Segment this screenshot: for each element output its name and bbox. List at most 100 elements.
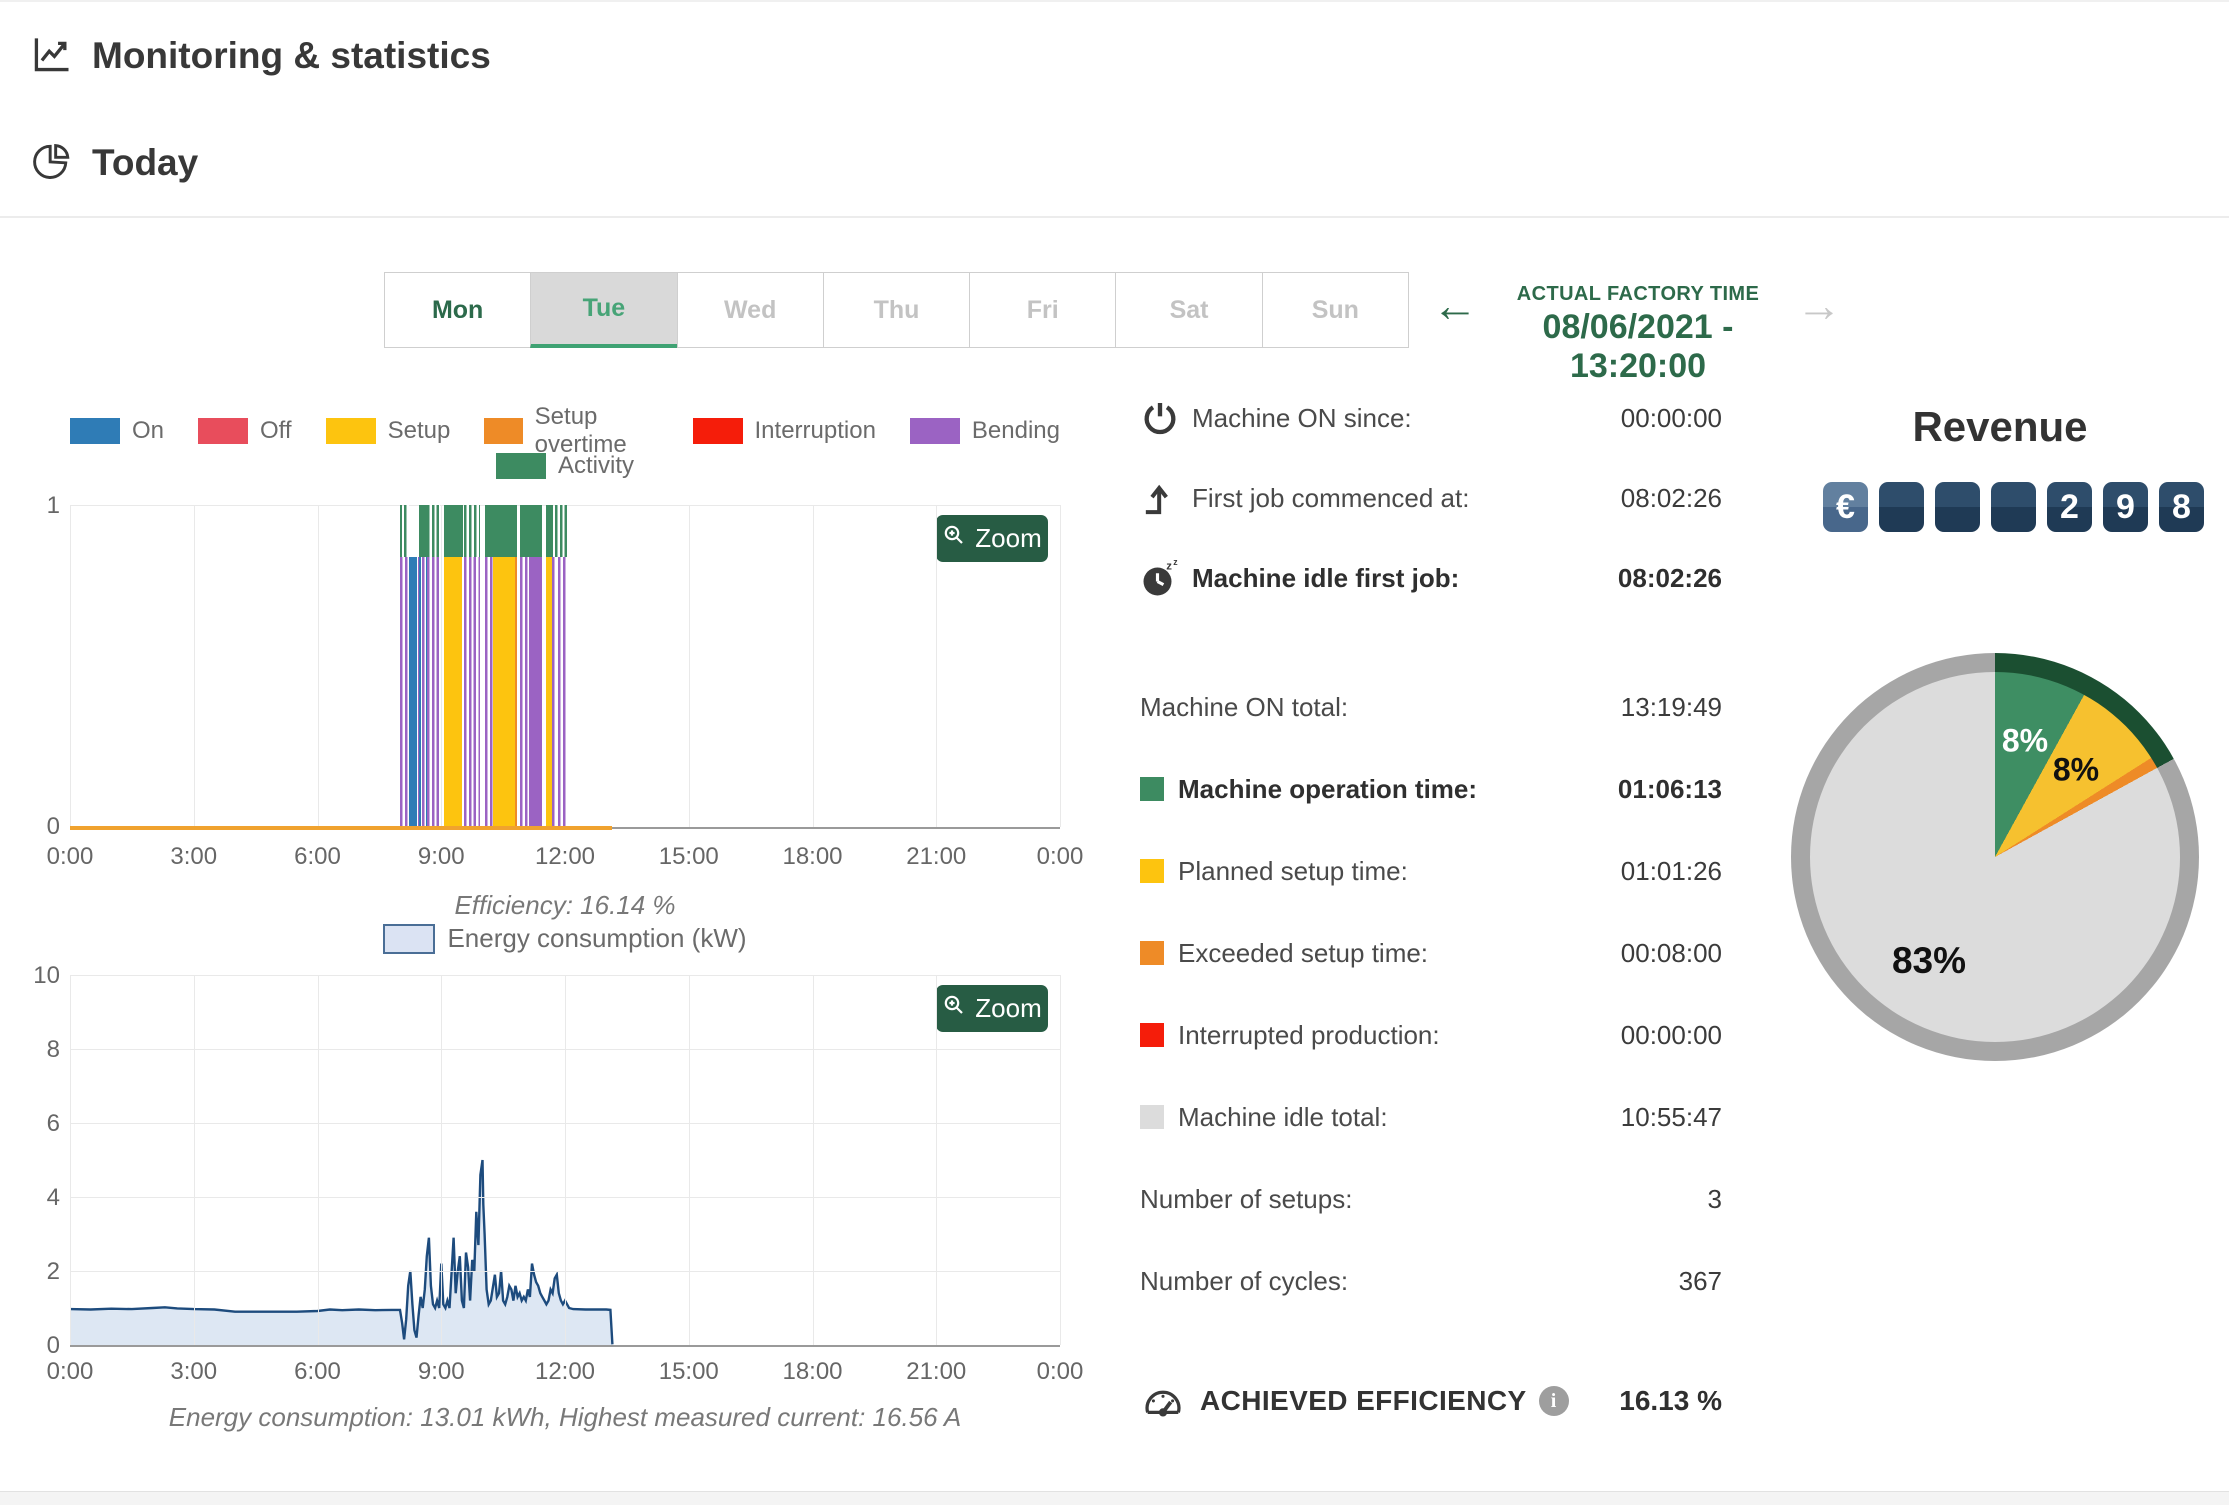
legend-label: On — [132, 417, 165, 444]
energy-x-axis: 0:00 3:00 6:00 9:00 12:00 15:00 18:00 21:00 0:00 — [47, 1358, 1084, 1388]
stat-label: Number of setups: — [1140, 1183, 1353, 1214]
gridline — [317, 505, 319, 827]
stat-swatch — [1140, 941, 1164, 965]
gridline — [193, 975, 195, 1345]
y-tick-label: 0 — [46, 1332, 60, 1359]
gridline — [70, 1123, 1060, 1124]
next-day-arrow[interactable]: → — [1796, 282, 1842, 328]
achieved-efficiency-row: ACHIEVED EFFICIENCY i 16.13 % — [1140, 1356, 1722, 1446]
timeline-legend-row1: On Off Setup Setup overtime Interruption Bend… — [70, 403, 1060, 459]
stat-label: Number of cycles: — [1140, 1265, 1349, 1296]
legend-item: Setup overtime — [484, 403, 658, 459]
gridline — [70, 975, 1060, 976]
state-segment-setup — [492, 557, 515, 827]
state-segment-bending — [519, 557, 529, 827]
gridline — [688, 975, 690, 1345]
stat-swatch — [1140, 859, 1164, 883]
legend-swatch — [484, 418, 523, 444]
revenue-digit-box — [1991, 482, 2036, 532]
stat-swatch — [1140, 1023, 1164, 1047]
tab-tue[interactable]: Tue — [530, 272, 678, 348]
y-tick-label: 1 — [46, 492, 60, 519]
revenue-digit-box: 9 — [2103, 482, 2148, 532]
y-tick-label: 2 — [46, 1258, 60, 1285]
y-tick-label: 0 — [46, 813, 60, 840]
state-segment-bending — [427, 557, 440, 827]
activity-segment — [474, 505, 481, 557]
timeline-zoom-button[interactable]: Zoom — [936, 515, 1048, 562]
stat-value: 367 — [1678, 1265, 1722, 1296]
stat-value: 13:19:49 — [1620, 691, 1722, 722]
state-segment-setup_overtime — [514, 557, 518, 827]
zoom-in-icon — [942, 523, 966, 554]
legend-item: Interruption — [692, 417, 876, 445]
stat-label: Planned setup time: — [1178, 855, 1408, 886]
gridline — [70, 1197, 1060, 1198]
energy-legend-label: Energy consumption (kW) — [447, 923, 747, 953]
y-tick-label: 6 — [46, 1110, 60, 1137]
bottom-divider — [0, 1491, 2229, 1505]
stat-label: Machine operation time: — [1178, 773, 1478, 804]
stat-row: Machine idle total: 10:55:47 — [1140, 1077, 1722, 1157]
legend-label: Activity — [557, 452, 634, 479]
x-tick-label: 18:00 — [782, 843, 843, 870]
stat-row: Number of setups: 3 — [1140, 1159, 1722, 1239]
stat-label: Machine idle total: — [1178, 1101, 1388, 1132]
app-header: Monitoring & statistics — [0, 0, 2229, 112]
stat-row: First job commenced at: 08:02:26 — [1140, 458, 1722, 538]
x-tick-label: 21:00 — [906, 1358, 967, 1385]
gridline — [70, 1049, 1060, 1050]
tab-sun[interactable]: Sun — [1261, 272, 1409, 348]
gridline — [936, 975, 938, 1345]
gridline — [936, 505, 938, 827]
stat-label: Machine idle first job: — [1192, 562, 1460, 593]
stat-value: 00:00:00 — [1620, 1019, 1722, 1050]
info-icon[interactable]: i — [1538, 1386, 1569, 1416]
activity-segment — [444, 505, 463, 557]
timeline-x-axis: 0:00 3:00 6:00 9:00 12:00 15:00 18:00 21:00 0:00 — [47, 843, 1084, 873]
stat-row: Machine ON since: 00:00:00 — [1140, 378, 1722, 458]
tab-fri[interactable]: Fri — [969, 272, 1117, 348]
currency-box: € — [1823, 482, 1868, 532]
monitoring-dashboard: Monitoring & statistics Today Mon Tue Wed T… — [0, 0, 2229, 1505]
tab-sat[interactable]: Sat — [1115, 272, 1263, 348]
pie-slice-label: 8% — [2052, 751, 2100, 788]
gridline — [812, 505, 814, 827]
gridline — [812, 975, 814, 1345]
legend-swatch — [325, 418, 376, 444]
energy-zoom-button[interactable]: Zoom — [936, 985, 1048, 1032]
legend-swatch — [495, 453, 546, 479]
energy-area — [70, 1160, 613, 1345]
idle-clock-icon: zz — [1140, 557, 1192, 599]
legend-item: Activity — [495, 452, 634, 480]
stat-row: Machine ON total: 13:19:49 — [1140, 667, 1722, 747]
stat-row: Number of cycles: 367 — [1140, 1241, 1722, 1321]
state-segment-bending — [557, 557, 568, 827]
x-tick-label: 12:00 — [534, 1358, 596, 1385]
tab-mon[interactable]: Mon — [384, 272, 532, 348]
stat-value: 08:02:26 — [1617, 562, 1722, 593]
tab-thu[interactable]: Thu — [822, 272, 971, 348]
pie-slices — [1810, 672, 2180, 1042]
x-tick-label: 21:00 — [906, 843, 967, 870]
legend-item: Off — [198, 417, 292, 445]
activity-segment — [546, 505, 553, 557]
gauge-icon — [1140, 1376, 1186, 1427]
x-tick-label: 9:00 — [417, 1358, 465, 1385]
page-title: Monitoring & statistics — [92, 35, 491, 76]
revenue-counter: €2 9 8 — [1823, 482, 2204, 532]
pie-slice-label: 83% — [1891, 940, 1967, 981]
baseline-on-segment — [70, 826, 613, 830]
legend-swatch — [198, 418, 249, 444]
gridline — [70, 975, 71, 1345]
state-segment-bending — [528, 557, 543, 827]
stat-row: z z Machine idle first job: 08:02:26 — [1140, 538, 1722, 618]
stat-value: 01:01:26 — [1620, 855, 1722, 886]
tab-wed[interactable]: Wed — [676, 272, 824, 348]
x-tick-label: 15:00 — [658, 843, 719, 870]
energy-legend: Energy consumption (kW) — [70, 923, 1060, 954]
prev-day-arrow[interactable]: ← — [1432, 282, 1478, 328]
legend-label: Interruption — [754, 417, 876, 444]
legend-item: Bending — [909, 417, 1060, 445]
gridline — [317, 975, 319, 1345]
